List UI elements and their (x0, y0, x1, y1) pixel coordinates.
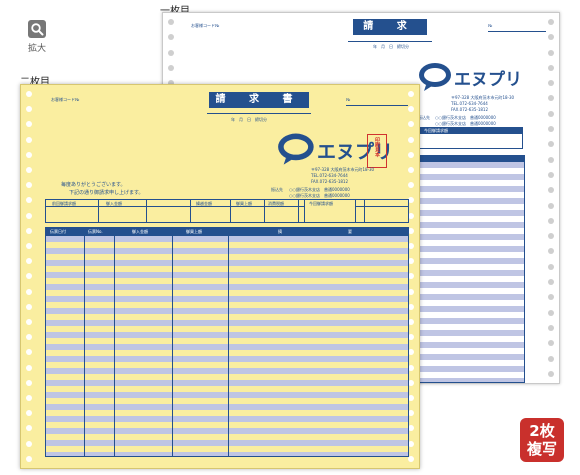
invoice-title: 請 求 書 (209, 92, 309, 108)
zoom-control[interactable]: 拡大 (22, 20, 52, 54)
summary-header-0: 前回御請求額 (52, 201, 76, 206)
two-copy-badge: 2枚 複写 (520, 418, 564, 462)
detail-header-0: 伝票日付 (50, 229, 66, 234)
stamp-text: 印刷見本 (374, 137, 380, 157)
detail-table (419, 155, 525, 383)
date-line: 年 月 日 締切分 (231, 117, 267, 122)
detail-header-1: 伝票No. (88, 229, 103, 234)
current-amount-label: 今回御請求額 (309, 201, 333, 206)
fax-line: FAX.072-635-1812 (451, 107, 489, 112)
feed-holes-left (24, 91, 34, 462)
summary-header-3: 繰越金額 (196, 201, 212, 206)
invoice-title: 請 求 書 (353, 19, 427, 48)
invoice-copy2: お客様コード№ 請 求 書 № 年 月 日 締切分 エヌプリ 印刷見本 〒97-… (20, 84, 420, 469)
feed-holes-right (546, 19, 556, 377)
customer-code-label: お客様コード№ (51, 97, 80, 102)
summary-table: 今回御請求額 (419, 127, 523, 149)
greeting-line-2: 下記の通り御請求申し上げます。 (69, 190, 144, 196)
badge-line-2: 複写 (526, 440, 557, 458)
current-amount-label: 今回御請求額 (424, 128, 448, 133)
fax-line: FAX.072-635-1812 (311, 179, 349, 184)
detail-header-5: 要 (348, 229, 352, 234)
brand-logo-icon (419, 63, 451, 91)
brand-logo-icon (278, 133, 314, 165)
invoice-no-label: № (346, 97, 351, 102)
magnifier-icon[interactable] (28, 20, 46, 38)
invoice-no-label: № (488, 23, 493, 28)
greeting-line-1: 毎度ありがとうございます。 (61, 182, 126, 188)
summary-header-1: 御入金額 (106, 201, 122, 206)
summary-header-5: 消費税額 (268, 201, 284, 206)
stamp-seal: 印刷見本 (367, 134, 387, 168)
badge-line-1: 2枚 (529, 422, 555, 440)
detail-header-3: 御買上額 (186, 229, 202, 234)
date-line: 年 月 日 締切分 (373, 44, 409, 49)
detail-table: 伝票日付 伝票No. 御入金額 御買上額 摘 要 (45, 227, 409, 457)
detail-header-4: 摘 (278, 229, 282, 234)
zoom-label[interactable]: 拡大 (22, 41, 52, 54)
bank-label: 振込先 (271, 187, 283, 192)
brand-name: エヌプリ (454, 70, 522, 90)
customer-code-label: お客様コード№ (191, 23, 220, 28)
tel-line: TEL.072-634-7644 (311, 173, 348, 178)
current-amount-box: 今回御請求額 (304, 199, 356, 223)
tel-line: TEL.072-634-7644 (451, 101, 488, 106)
detail-header-2: 御入金額 (132, 229, 148, 234)
summary-header-4: 御買上額 (236, 201, 252, 206)
summary-table: 前回御請求額 御入金額 繰越金額 御買上額 消費税額 今回御請求額 (45, 199, 409, 223)
